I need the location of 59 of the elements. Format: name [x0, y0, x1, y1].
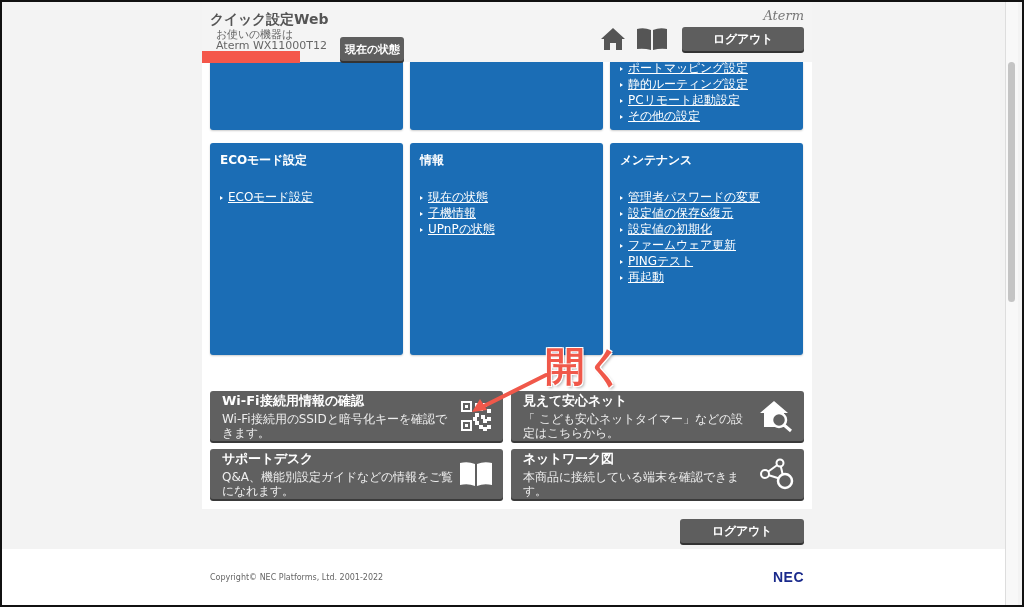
bullet-icon [620, 211, 623, 216]
tile-description: Q&A、機能別設定ガイドなどの情報をご覧になれます。 [222, 470, 454, 498]
home-icon[interactable] [600, 27, 626, 51]
shortcut-tile[interactable]: 見えて安心ネット 「 こども安心ネットタイマー」などの設定はこちらから。 [511, 391, 804, 441]
menu-link[interactable]: ポートマッピング設定 [628, 62, 748, 75]
bullet-icon [420, 211, 423, 216]
menu-link[interactable]: 設定値の初期化 [628, 223, 712, 236]
logout-button[interactable]: ログアウト [682, 27, 804, 51]
bullet-icon [620, 195, 623, 200]
menu-link[interactable]: その他の設定 [628, 110, 700, 123]
page-title: クイック設定Web [210, 11, 329, 29]
bullet-icon [420, 195, 423, 200]
house-magnifier-icon [758, 399, 794, 433]
status-button[interactable]: 現在の状態 [340, 37, 405, 61]
scrollbar-thumb[interactable] [1008, 62, 1015, 302]
bullet-icon [620, 66, 623, 71]
copyright-text: Copyright© NEC Platforms, Ltd. 2001-2022 [210, 572, 384, 582]
shortcut-tile[interactable]: Wi-Fi接続用情報の確認 Wi-Fi接続用のSSIDと暗号化キーを確認できます。 [210, 391, 503, 441]
tile-description: 「 こども安心ネットタイマー」などの設定はこちらから。 [523, 412, 744, 440]
bullet-icon [620, 114, 623, 119]
bullet-icon [620, 275, 623, 280]
book-icon [459, 461, 493, 487]
book-icon[interactable] [636, 27, 668, 51]
menu-link[interactable]: ECOモード設定 [228, 191, 314, 204]
device-caption: お使いの機器は [216, 29, 293, 40]
menu-link[interactable]: 子機情報 [428, 207, 476, 220]
bullet-icon [620, 98, 623, 103]
bullet-icon [620, 82, 623, 87]
tile-title: 見えて安心ネット [523, 392, 628, 410]
tile-title: Wi-Fi接続用情報の確認 [222, 392, 365, 410]
network-icon [758, 458, 794, 490]
menu-link[interactable]: 現在の状態 [428, 191, 488, 204]
shortcut-tile[interactable]: サポートデスク Q&A、機能別設定ガイドなどの情報をご覧になれます。 [210, 449, 503, 499]
menu-link[interactable]: PCリモート起動設定 [628, 94, 740, 107]
menu-link[interactable]: ファームウェア更新 [628, 239, 736, 252]
shortcut-tile[interactable]: ネットワーク図 本商品に接続している端末を確認できます。 [511, 449, 804, 499]
bullet-icon [220, 195, 223, 200]
company-logo: NEC [772, 569, 804, 585]
bullet-icon [420, 227, 423, 232]
tile-description: 本商品に接続している端末を確認できます。 [523, 470, 740, 498]
menu-link[interactable]: 静的ルーティング設定 [628, 78, 748, 91]
menu-link[interactable]: UPnPの状態 [428, 223, 495, 236]
bullet-icon [620, 243, 623, 248]
bullet-icon [620, 259, 623, 264]
logout-button[interactable]: ログアウト [680, 519, 804, 543]
bullet-icon [620, 227, 623, 232]
tile-title: ネットワーク図 [523, 450, 615, 468]
menu-link[interactable]: 管理者パスワードの変更 [628, 191, 760, 204]
brand-logo: Aterm [763, 8, 804, 23]
panel-title: 情報 [420, 152, 445, 169]
menu-link[interactable]: PINGテスト [628, 255, 694, 268]
menu-link[interactable]: 設定値の保存&復元 [628, 207, 734, 220]
device-model: Aterm WX11000T12 [216, 40, 329, 51]
tile-title: サポートデスク [222, 450, 314, 468]
panel-title: ECOモード設定 [220, 152, 309, 169]
menu-link[interactable]: 再起動 [628, 271, 664, 284]
panel-title: メンテナンス [620, 152, 693, 169]
annotation-text: 開く [545, 344, 626, 388]
tile-description: Wi-Fi接続用のSSIDと暗号化キーを確認できます。 [222, 412, 448, 440]
